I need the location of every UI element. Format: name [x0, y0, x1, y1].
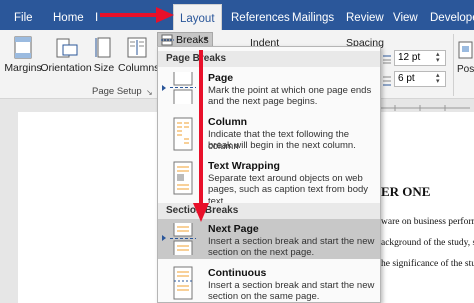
orientation-icon — [56, 38, 78, 58]
menu-item-description: Separate text around objects on web — [208, 173, 363, 184]
menu-item-title: Next Page — [208, 223, 259, 235]
columns-button[interactable]: Columns — [118, 36, 160, 74]
column-break-icon — [173, 117, 193, 151]
menu-item-description: Insert a section break and start the new — [208, 236, 375, 247]
menu-item-description: section on the same page. — [208, 291, 320, 302]
document-line: ware on business perform — [381, 217, 474, 227]
menu-item-continuous[interactable]: Continuous Insert a section break and st… — [158, 263, 380, 302]
menu-item-title: Text Wrapping — [208, 160, 280, 172]
menu-item-description: break will begin in the next column. — [208, 140, 356, 151]
next-page-icon — [170, 223, 196, 255]
margins-icon — [14, 36, 32, 59]
menu-item-title: Column — [208, 116, 248, 128]
tab-mailings[interactable]: Mailings — [292, 0, 334, 30]
document-heading: ER ONE — [381, 184, 431, 199]
size-button[interactable]: Size — [92, 36, 116, 74]
tab-insert[interactable]: I — [95, 0, 98, 30]
spacing-after-icon — [381, 74, 393, 86]
orientation-button[interactable]: Orientation — [40, 36, 92, 74]
spacing-after-spinner-icon[interactable]: ▴ ▾ — [436, 72, 440, 85]
menu-item-description: section on the next page. — [208, 247, 315, 258]
tab-file[interactable]: File — [14, 0, 33, 30]
spacing-before-spinner-icon[interactable]: ▴ ▾ — [436, 51, 440, 64]
menu-item-page-break[interactable]: Page Mark the point at which one page en… — [158, 69, 380, 107]
menu-item-description: Mark the point at which one page ends — [208, 85, 372, 96]
text-wrapping-icon — [173, 161, 193, 195]
page-breaks-header: Page Breaks — [158, 51, 380, 67]
orientation-label: Orientation — [40, 62, 92, 74]
columns-label: Columns — [118, 62, 160, 74]
spacing-before-icon — [381, 53, 393, 65]
margins-button[interactable]: Margins — [4, 36, 42, 74]
size-label: Size — [93, 62, 115, 74]
menu-item-title: Page — [208, 72, 234, 84]
page-setup-launcher-icon[interactable]: ↘ — [146, 88, 153, 97]
tab-review[interactable]: Review — [346, 0, 384, 30]
ribbon-separator — [453, 34, 454, 96]
tab-layout[interactable]: Layout — [173, 4, 222, 30]
selection-marker-icon — [162, 85, 166, 91]
margins-label: Margins — [4, 62, 42, 74]
continuous-icon — [173, 266, 193, 300]
document-line: he significance of the study. — [381, 259, 474, 269]
page-break-icon — [170, 72, 196, 104]
ribbon-tab-bar: File Home I Layout References Mailings R… — [0, 0, 474, 30]
menu-item-description: Insert a section break and start the new — [208, 280, 375, 291]
section-breaks-header: Section Breaks — [158, 203, 380, 219]
page-setup-group-label: Page Setup — [92, 86, 142, 97]
menu-item-column-break[interactable]: Column Indicate that the text following … — [158, 113, 380, 155]
chevron-down-icon: ▾ — [204, 34, 209, 43]
columns-icon — [127, 37, 147, 58]
tab-view[interactable]: View — [393, 0, 418, 30]
tab-home[interactable]: Home — [53, 0, 84, 30]
selection-marker-icon — [162, 235, 166, 241]
size-icon — [95, 37, 111, 58]
menu-item-next-page[interactable]: Next Page Insert a section break and sta… — [158, 219, 380, 259]
menu-item-text-wrapping[interactable]: Text Wrapping Separate text around objec… — [158, 157, 380, 207]
tab-references[interactable]: References — [231, 0, 290, 30]
menu-item-title: Continuous — [208, 267, 267, 279]
position-label: Pos — [457, 64, 474, 75]
position-icon[interactable] — [458, 40, 474, 60]
breaks-dropdown-menu: Page Breaks Page Mark the point at which… — [157, 46, 381, 303]
menu-item-description: and the next page begins. — [208, 96, 318, 107]
breaks-icon — [161, 34, 174, 46]
tab-developer[interactable]: Developer — [430, 0, 474, 30]
document-line: ackground of the study, state — [381, 238, 474, 248]
